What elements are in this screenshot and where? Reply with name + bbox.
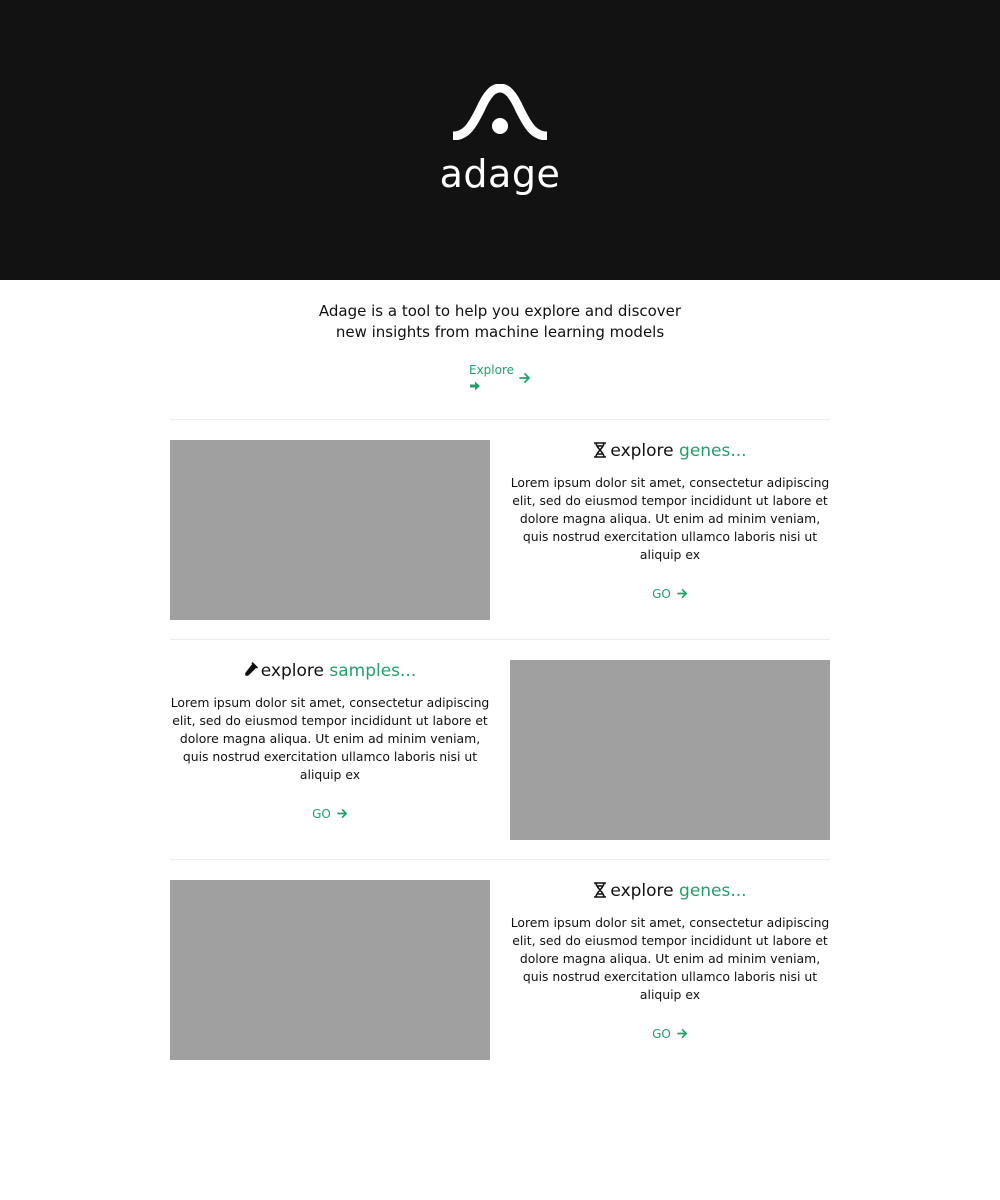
divider: [170, 639, 830, 640]
arrow-right-icon: [470, 381, 480, 391]
arrow-right-icon: [336, 809, 347, 818]
brand-name: adage: [439, 152, 561, 196]
go-button-label: GO: [652, 1027, 671, 1041]
feature-text: explore genes... Lorem ipsum dolor sit a…: [510, 880, 830, 1060]
feature-text: explore samples... Lorem ipsum dolor sit…: [170, 660, 490, 840]
section-title-highlight: samples...: [329, 661, 417, 681]
dna-icon: [594, 882, 607, 898]
page-header: adage: [0, 0, 1000, 280]
explore-link[interactable]: Explore: [469, 362, 549, 396]
dna-icon: [594, 442, 607, 458]
image-placeholder: [170, 880, 490, 1060]
feature-section-genes: explore genes... Lorem ipsum dolor sit a…: [170, 440, 830, 620]
section-description: Lorem ipsum dolor sit amet, consectetur …: [510, 915, 830, 1002]
section-title-prefix: explore: [610, 441, 674, 461]
arrow-right-icon: [676, 589, 687, 598]
section-title-highlight: genes...: [679, 441, 747, 461]
intro-line-2: new insights from machine learning model…: [335, 323, 665, 341]
section-title: explore genes...: [510, 440, 830, 462]
section-title-prefix: explore: [610, 881, 674, 901]
image-placeholder: [170, 440, 490, 620]
divider: [170, 859, 830, 860]
explore-link-label: Explore: [469, 363, 515, 377]
go-button[interactable]: GO: [510, 1026, 830, 1042]
go-button-label: GO: [652, 587, 671, 601]
divider: [170, 419, 830, 420]
go-button[interactable]: GO: [170, 806, 490, 822]
section-title: explore genes...: [510, 880, 830, 902]
go-button-label: GO: [312, 807, 331, 821]
test-tube-icon: [244, 662, 258, 676]
feature-text: explore genes... Lorem ipsum dolor sit a…: [510, 440, 830, 620]
arrow-right-icon: [519, 373, 530, 383]
feature-section-samples: explore samples... Lorem ipsum dolor sit…: [170, 660, 830, 840]
adage-logo-icon: [452, 84, 548, 140]
section-title-prefix: explore: [260, 661, 324, 681]
intro-line-1: Adage is a tool to help you explore and …: [318, 302, 682, 320]
image-placeholder: [510, 660, 830, 840]
section-description: Lorem ipsum dolor sit amet, consectetur …: [170, 695, 490, 782]
arrow-right-icon: [676, 1029, 687, 1038]
section-title-highlight: genes...: [679, 881, 747, 901]
feature-section-genes-2: explore genes... Lorem ipsum dolor sit a…: [170, 880, 830, 1060]
intro-text: Adage is a tool to help you explore and …: [0, 301, 1000, 343]
section-description: Lorem ipsum dolor sit amet, consectetur …: [510, 475, 830, 562]
go-button[interactable]: GO: [510, 586, 830, 602]
section-title: explore samples...: [170, 660, 490, 682]
